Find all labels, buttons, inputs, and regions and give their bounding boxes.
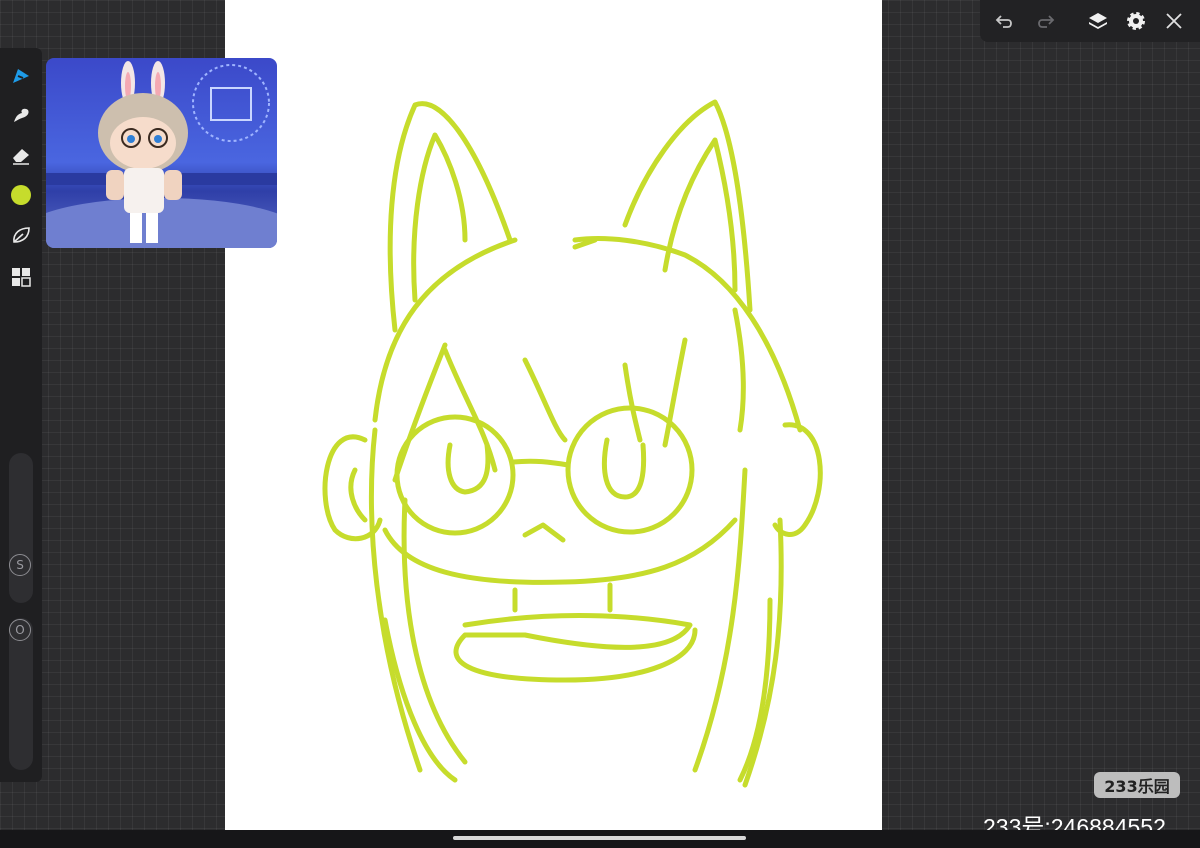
reference-image-panel[interactable] xyxy=(46,58,277,248)
brush-size-knob[interactable]: S xyxy=(9,554,31,576)
reference-character-image xyxy=(46,61,277,248)
settings-icon[interactable] xyxy=(1124,9,1148,33)
color-swatch[interactable] xyxy=(8,182,34,208)
bottom-bar xyxy=(0,830,1200,848)
brush-size-slider[interactable] xyxy=(9,453,33,603)
gallery-icon[interactable] xyxy=(8,264,34,290)
brush-icon[interactable] xyxy=(8,62,34,88)
top-toolbar xyxy=(980,0,1200,42)
sketch-drawing xyxy=(322,99,823,788)
close-icon[interactable] xyxy=(1162,9,1186,33)
home-indicator[interactable] xyxy=(453,836,746,840)
opacity-label: O xyxy=(15,623,25,637)
undo-icon[interactable] xyxy=(993,9,1017,33)
smudge-icon[interactable] xyxy=(8,102,34,128)
leaf-icon[interactable] xyxy=(8,222,34,248)
redo-icon[interactable] xyxy=(1033,9,1057,33)
eraser-icon[interactable] xyxy=(8,142,34,168)
left-toolbar: S O xyxy=(0,48,42,782)
opacity-knob[interactable]: O xyxy=(9,619,31,641)
size-label: S xyxy=(16,558,24,572)
watermark-badge: 233乐园 xyxy=(1094,772,1180,798)
drawing-canvas[interactable] xyxy=(225,0,882,830)
layers-icon[interactable] xyxy=(1086,9,1110,33)
